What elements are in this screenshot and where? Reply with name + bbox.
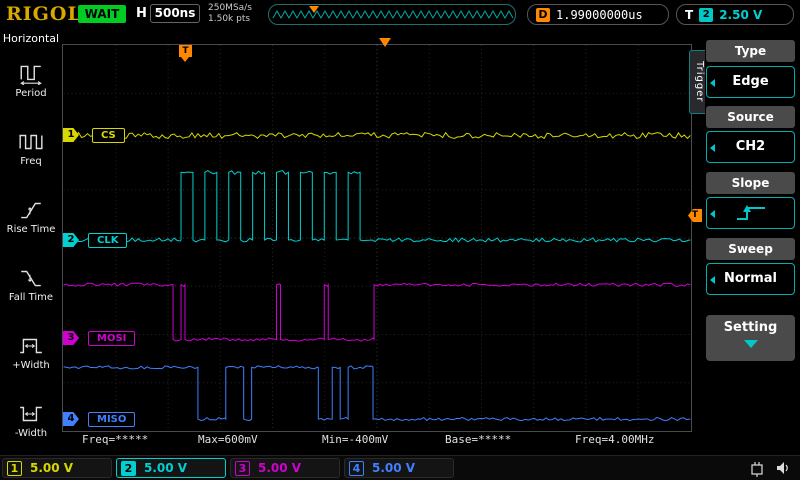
oscilloscope-screen: RIGOL WAIT H 500ns 250MSa/s 1.50k pts D … (0, 0, 800, 480)
setting-label: Setting (706, 320, 795, 335)
rising-edge-icon (731, 202, 771, 224)
channel-4-status[interactable]: 4 5.00 V (344, 458, 454, 478)
sample-rate: 250MSa/s (208, 3, 252, 14)
timebase-readout[interactable]: 500ns (150, 4, 200, 23)
delay-readout[interactable]: D 1.99000000us (527, 4, 669, 25)
menu-setting-button[interactable]: Setting (706, 315, 795, 361)
channel-3-scale: 5.00 V (258, 461, 301, 475)
menu-item-freq[interactable]: Freq (0, 115, 62, 183)
memory-depth: 1.50k pts (208, 14, 252, 25)
trace-label-clk[interactable]: CLK (88, 233, 127, 248)
menu-item-label: Period (15, 88, 46, 99)
channel-1-status[interactable]: 1 5.00 V (2, 458, 112, 478)
trace-label-mosi[interactable]: MOSI (88, 331, 135, 346)
measurement-row: Freq=***** Max=600mV Min=-400mV Base=***… (62, 433, 692, 448)
delay-position-marker-icon[interactable] (379, 38, 391, 47)
menu-item-label: Rise Time (7, 224, 56, 235)
sample-rate-block: 250MSa/s 1.50k pts (208, 3, 252, 25)
menu-item-label: Freq (20, 156, 41, 167)
menu-header-source: Source (706, 106, 795, 128)
meas-freq-1: Freq=***** (82, 433, 148, 446)
menu-header-type: Type (706, 40, 795, 62)
menu-item-period[interactable]: Period (0, 47, 62, 115)
delay-icon: D (536, 8, 550, 22)
fall-time-icon (18, 267, 44, 289)
rise-time-icon (18, 199, 44, 221)
channel-1-badge: 1 (7, 461, 22, 476)
left-menu-title: Horizontal (0, 32, 62, 45)
channel-4-scale: 5.00 V (372, 461, 415, 475)
channel-1-scale: 5.00 V (30, 461, 73, 475)
memory-waveform-icon (269, 5, 515, 24)
menu-value-source[interactable]: CH2 (706, 131, 795, 163)
meas-max: Max=600mV (198, 433, 258, 446)
menu-value-sweep[interactable]: Normal (706, 263, 795, 295)
left-menu: Horizontal Period Freq Rise Time Fall Ti… (0, 28, 62, 455)
trace-miso (64, 366, 691, 421)
acquisition-status-badge: WAIT (78, 5, 126, 23)
rigol-logo: RIGOL (6, 3, 82, 25)
menu-header-sweep: Sweep (706, 238, 795, 260)
meas-base: Base=***** (445, 433, 511, 446)
plus-width-icon (18, 335, 44, 357)
channel-3-status[interactable]: 3 5.00 V (230, 458, 340, 478)
menu-item-label: Fall Time (9, 292, 53, 303)
menu-value-type[interactable]: Edge (706, 66, 795, 98)
trigger-menu-tab[interactable]: Trigger (689, 50, 705, 114)
meas-min: Min=-400mV (322, 433, 388, 446)
menu-item-minus-width[interactable]: -Width (0, 387, 62, 455)
waveform-display (63, 45, 691, 431)
trigger-readout[interactable]: T 2 2.50 V (676, 4, 794, 25)
memory-waveform-strip[interactable] (268, 4, 516, 25)
delay-value: 1.99000000us (556, 8, 643, 22)
chevron-down-icon (744, 340, 758, 348)
usb-icon (748, 459, 766, 477)
period-icon (18, 63, 44, 85)
freq-icon (18, 131, 44, 153)
channel-2-status[interactable]: 2 5.00 V (116, 458, 226, 478)
channel-3-badge: 3 (235, 461, 250, 476)
trace-label-miso[interactable]: MISO (88, 412, 135, 427)
menu-item-fall-time[interactable]: Fall Time (0, 251, 62, 319)
speaker-icon (774, 459, 792, 477)
meas-freq-2: Freq=4.00MHz (575, 433, 654, 446)
minus-width-icon (18, 403, 44, 425)
menu-header-slope: Slope (706, 172, 795, 194)
horizontal-label: H (136, 6, 147, 21)
menu-item-label: +Width (12, 360, 49, 371)
trigger-position-flag[interactable]: T (179, 45, 192, 57)
trigger-source-icon: 2 (699, 8, 713, 22)
bottom-status-bar: 1 5.00 V 2 5.00 V 3 5.00 V 4 5.00 V (0, 455, 800, 480)
channel-2-badge: 2 (121, 461, 136, 476)
menu-item-plus-width[interactable]: +Width (0, 319, 62, 387)
memory-position-marker-icon (309, 6, 319, 13)
menu-item-rise-time[interactable]: Rise Time (0, 183, 62, 251)
trigger-level-value: 2.50 V (719, 8, 762, 22)
graticule (62, 44, 692, 432)
menu-item-label: -Width (15, 428, 47, 439)
trace-label-cs[interactable]: CS (92, 128, 125, 143)
menu-value-slope[interactable] (706, 197, 795, 229)
channel-4-badge: 4 (349, 461, 364, 476)
trigger-label: T (685, 8, 693, 22)
channel-2-scale: 5.00 V (144, 461, 187, 475)
